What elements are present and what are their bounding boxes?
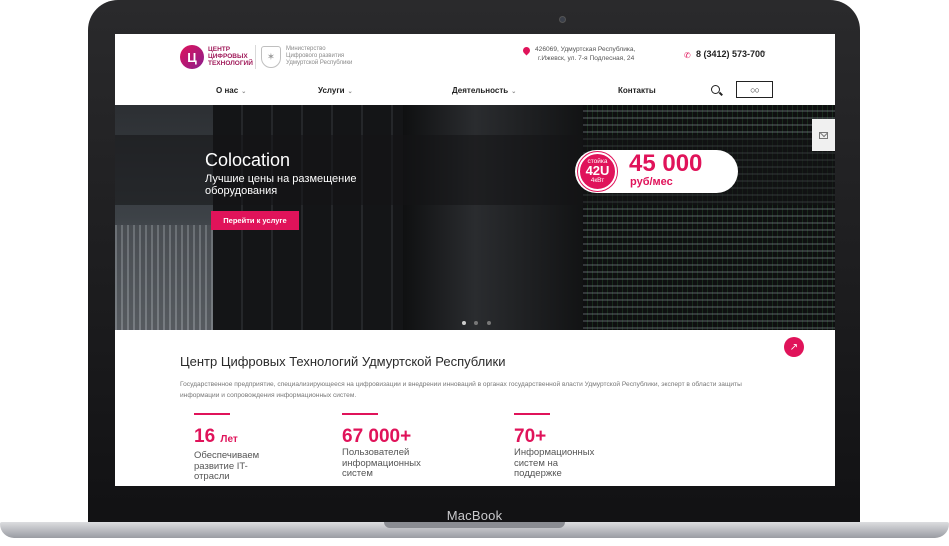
- stat-divider: [342, 413, 378, 415]
- price-badge: стойка 42U 4кВт 45 000 руб/мес: [575, 150, 738, 193]
- hero-cta-button[interactable]: Перейти к услуге: [211, 211, 299, 230]
- section-description: Государственное предприятие, специализир…: [180, 381, 742, 399]
- chevron-down-icon: ⌄: [511, 89, 517, 95]
- nav-item-contacts[interactable]: Контакты: [618, 86, 656, 95]
- mail-icon: [819, 131, 828, 139]
- website-screen: Ц ЦЕНТР ЦИФРОВЫХ ТЕХНОЛОГИЙ ✶ Министерст…: [115, 34, 835, 486]
- price-value: 45 000: [629, 150, 703, 177]
- address[interactable]: 426069, Удмуртская Республика, г.Ижевск,…: [535, 45, 635, 63]
- logo-divider: [255, 45, 256, 69]
- slider-dot[interactable]: [462, 321, 466, 325]
- stat-caption: Информационных систем на поддержке: [514, 447, 595, 479]
- nav-item-about[interactable]: О нас ⌄: [216, 86, 246, 95]
- chevron-down-icon: ⌄: [347, 89, 353, 95]
- slider-dot[interactable]: [474, 321, 479, 325]
- accessibility-button[interactable]: ○○: [736, 81, 773, 98]
- stat-users: 67 000+ Пользователей информационных сис…: [342, 413, 452, 480]
- stat-caption: Обеспечиваем развитие IT-отрасли: [194, 450, 260, 482]
- slider-dots: [460, 312, 493, 330]
- chevron-down-icon: ⌄: [241, 89, 247, 95]
- camera-icon: [559, 16, 566, 23]
- ministry-name: Министерство Цифрового развития Удмуртск…: [286, 46, 353, 66]
- phone-icon: ✆: [684, 51, 691, 60]
- search-icon[interactable]: [711, 85, 720, 94]
- rack-badge: стойка 42U 4кВт: [578, 152, 617, 191]
- stat-value: 67 000+: [342, 426, 412, 447]
- nav-item-activity[interactable]: Деятельность ⌄: [452, 86, 516, 95]
- stat-years: 16 Лет Обеспечиваем развитие IT-отрасли: [194, 413, 304, 483]
- phone-number[interactable]: 8 (3412) 573-700: [696, 49, 765, 59]
- section-title: Центр Цифровых Технологий Удмуртской Рес…: [180, 354, 506, 369]
- arrow-up-right-icon: ↗: [789, 341, 799, 353]
- logo-icon[interactable]: Ц: [180, 45, 204, 69]
- slider-dot[interactable]: [486, 321, 491, 325]
- stat-caption: Пользователей информационных систем: [342, 447, 421, 479]
- site-header: Ц ЦЕНТР ЦИФРОВЫХ ТЕХНОЛОГИЙ ✶ Министерст…: [115, 34, 835, 78]
- stat-systems: 70+ Информационных систем на поддержке: [514, 413, 624, 480]
- main-nav: О нас ⌄ Услуги ⌄ Деятельность ⌄ Контакты ○○: [115, 80, 835, 102]
- location-pin-icon: [521, 45, 532, 56]
- feedback-tab[interactable]: [812, 119, 835, 151]
- laptop-base: [0, 522, 949, 538]
- glasses-icon: ○○: [750, 84, 760, 95]
- laptop-notch: [384, 522, 565, 528]
- emblem-icon: ✶: [261, 46, 281, 68]
- stat-value: 70+: [514, 426, 547, 447]
- stat-divider: [514, 413, 550, 415]
- chevron-down-icon[interactable]: ▾: [762, 49, 766, 57]
- stat-divider: [194, 413, 230, 415]
- nav-item-services[interactable]: Услуги ⌄: [318, 86, 353, 95]
- hero-title: Colocation: [205, 150, 291, 170]
- hero-subtitle: Лучшие цены на размещение оборудования: [205, 173, 357, 197]
- device-brand-label: MacBook: [446, 508, 503, 523]
- price-unit: руб/мес: [630, 176, 673, 188]
- scroll-button[interactable]: ↗: [784, 337, 804, 357]
- logo-text[interactable]: ЦЕНТР ЦИФРОВЫХ ТЕХНОЛОГИЙ: [208, 46, 253, 68]
- stat-value: 16 Лет: [194, 426, 238, 447]
- hero-slider: Colocation Лучшие цены на размещение обо…: [115, 105, 835, 330]
